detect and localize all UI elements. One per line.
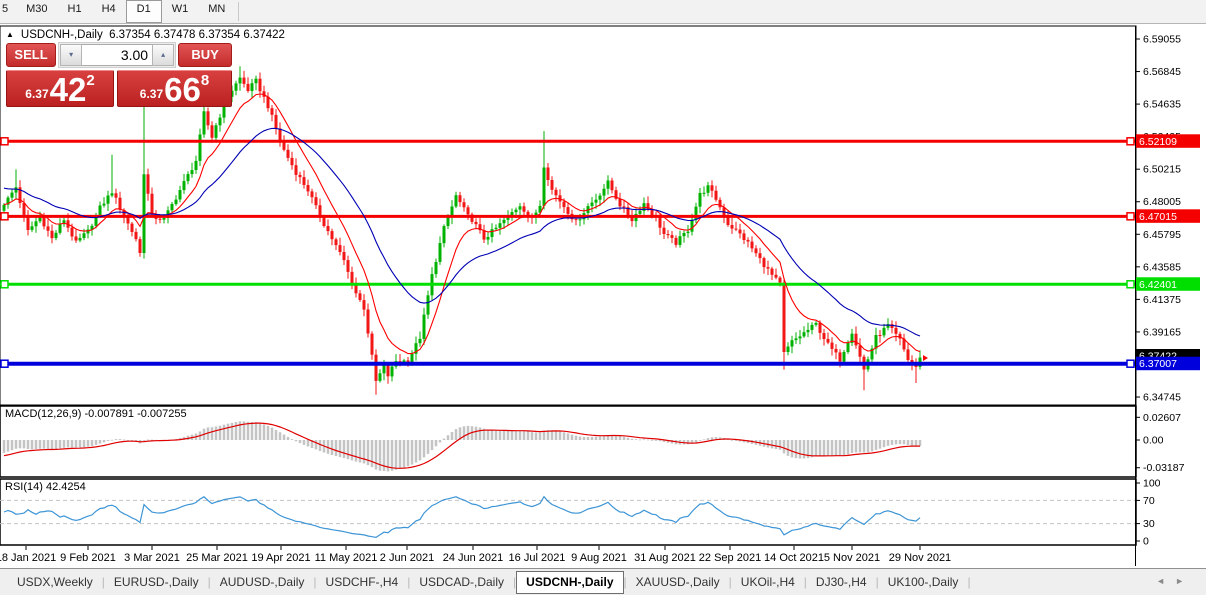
svg-text:6.45795: 6.45795	[1143, 229, 1181, 241]
svg-text:-0.03187: -0.03187	[1143, 462, 1185, 474]
svg-text:9 Aug 2021: 9 Aug 2021	[571, 552, 627, 564]
svg-text:16 Jul 2021: 16 Jul 2021	[509, 552, 566, 564]
svg-text:6.42401: 6.42401	[1139, 279, 1177, 291]
tab-usdchf-h4[interactable]: USDCHF-,H4	[317, 571, 408, 593]
tab-xauusd-daily[interactable]: XAUUSD-,Daily	[627, 571, 729, 593]
chart-header: ▲ USDCNH-,Daily 6.37354 6.37478 6.37354 6…	[6, 29, 285, 41]
tab-separator: |	[967, 575, 970, 589]
toolbar-separator	[238, 2, 239, 21]
tf-button-d1[interactable]: D1	[126, 0, 162, 23]
chart-title: USDCNH-,Daily	[21, 29, 103, 41]
sell-price-box[interactable]: 6.37 42 2	[6, 70, 114, 107]
tab-usdcad-daily[interactable]: USDCAD-,Daily	[410, 571, 513, 593]
tab-ukoil-h4[interactable]: UKOil-,H4	[732, 571, 804, 593]
volume-input[interactable]	[82, 44, 152, 66]
svg-text:11 May 2021: 11 May 2021	[315, 552, 378, 564]
svg-text:18 Jan 2021: 18 Jan 2021	[0, 552, 56, 564]
svg-text:5 Nov 2021: 5 Nov 2021	[824, 552, 880, 564]
timeframe-toolbar: 5M30H1H4D1W1MN	[0, 0, 1206, 24]
tf-button-h1[interactable]: H1	[58, 0, 92, 23]
buy-price-main: 66	[164, 75, 201, 105]
svg-text:31 Aug 2021: 31 Aug 2021	[634, 552, 696, 564]
svg-text:6.37007: 6.37007	[1139, 358, 1177, 370]
macd-signal-line	[4, 423, 920, 468]
svg-text:6.41375: 6.41375	[1143, 294, 1181, 306]
chart-ohlc-values: 6.37354 6.37478 6.37354 6.37422	[109, 29, 285, 41]
svg-text:0.02607: 0.02607	[1143, 412, 1181, 424]
svg-text:6.47015: 6.47015	[1139, 211, 1177, 223]
buy-button[interactable]: BUY	[178, 43, 232, 67]
svg-text:6.52109: 6.52109	[1139, 136, 1177, 148]
buy-price-prefix: 6.37	[140, 87, 163, 101]
tabs-scroll-right-icon[interactable]: ►	[1175, 576, 1194, 586]
volume-decrease-button[interactable]: ▾	[60, 44, 82, 66]
svg-text:6.59055: 6.59055	[1143, 34, 1181, 46]
svg-text:19 Apr 2021: 19 Apr 2021	[251, 552, 310, 564]
chart-tabbar: USDX,Weekly|EURUSD-,Daily|AUDUSD-,Daily|…	[0, 568, 1206, 595]
tf-button-w1[interactable]: W1	[162, 0, 199, 23]
macd-label: MACD(12,26,9) -0.007891 -0.007255	[5, 408, 187, 420]
tab-eurusd-daily[interactable]: EURUSD-,Daily	[105, 571, 208, 593]
svg-text:0: 0	[1143, 536, 1149, 548]
macd-axis: 0.02607 0.00 -0.03187	[1136, 412, 1185, 474]
sell-price-main: 42	[50, 75, 87, 105]
sell-price-pip: 2	[86, 72, 94, 89]
svg-text:6.56845: 6.56845	[1143, 66, 1181, 78]
rsi-line	[4, 497, 920, 538]
svg-text:0.00: 0.00	[1143, 435, 1164, 447]
rsi-axis: 100 70 30 0	[1136, 478, 1161, 548]
svg-text:6.43585: 6.43585	[1143, 261, 1181, 273]
volume-increase-button[interactable]: ▴	[152, 44, 174, 66]
tab-uk100-daily[interactable]: UK100-,Daily	[879, 571, 968, 593]
tf-button-h4[interactable]: H4	[92, 0, 126, 23]
svg-text:25 Mar 2021: 25 Mar 2021	[186, 552, 248, 564]
svg-text:6.34745: 6.34745	[1143, 392, 1181, 404]
sell-button[interactable]: SELL	[6, 43, 56, 67]
trade-panel: SELL ▾ ▴ BUY 6.37 42 2 6.37 66 8	[6, 42, 232, 107]
date-axis: 18 Jan 2021 9 Feb 2021 3 Mar 2021 25 Mar 20…	[0, 546, 951, 564]
svg-text:29 Nov 2021: 29 Nov 2021	[889, 552, 951, 564]
svg-text:6.48005: 6.48005	[1143, 196, 1181, 208]
svg-text:6.39165: 6.39165	[1143, 326, 1181, 338]
tab-dj30-h4[interactable]: DJ30-,H4	[807, 571, 876, 593]
svg-text:3 Mar 2021: 3 Mar 2021	[124, 552, 180, 564]
rsi-label: RSI(14) 42.4254	[5, 481, 86, 493]
tab-usdcnh-daily[interactable]: USDCNH-,Daily	[516, 571, 623, 594]
svg-text:14 Oct 2021: 14 Oct 2021	[764, 552, 824, 564]
tab-audusd-daily[interactable]: AUDUSD-,Daily	[211, 571, 314, 593]
tab-usdx-weekly[interactable]: USDX,Weekly	[8, 571, 102, 593]
svg-text:24 Jun 2021: 24 Jun 2021	[443, 552, 504, 564]
tf-button-m30[interactable]: M30	[16, 0, 57, 23]
sell-price-prefix: 6.37	[25, 87, 48, 101]
svg-text:22 Sep 2021: 22 Sep 2021	[699, 552, 761, 564]
buy-price-pip: 8	[201, 72, 209, 89]
svg-text:6.50215: 6.50215	[1143, 164, 1181, 176]
tf-button-5[interactable]: 5	[0, 0, 16, 23]
last-price-marker	[923, 355, 928, 361]
svg-text:70: 70	[1143, 495, 1155, 507]
macd-histogram	[3, 421, 922, 471]
svg-text:100: 100	[1143, 478, 1161, 490]
collapse-panel-icon[interactable]: ▲	[6, 30, 14, 39]
svg-text:30: 30	[1143, 518, 1155, 530]
candles	[3, 66, 922, 394]
tf-button-mn[interactable]: MN	[198, 0, 235, 23]
svg-text:2 Jun 2021: 2 Jun 2021	[380, 552, 434, 564]
rsi-levels	[0, 500, 1135, 523]
horizontal-lines[interactable]	[0, 138, 1135, 367]
tabs-scroll-left-icon[interactable]: ◄	[1156, 576, 1175, 586]
svg-text:9 Feb 2021: 9 Feb 2021	[60, 552, 116, 564]
svg-text:6.54635: 6.54635	[1143, 99, 1181, 111]
buy-price-box[interactable]: 6.37 66 8	[117, 70, 232, 107]
volume-spinner: ▾ ▴	[58, 42, 176, 68]
